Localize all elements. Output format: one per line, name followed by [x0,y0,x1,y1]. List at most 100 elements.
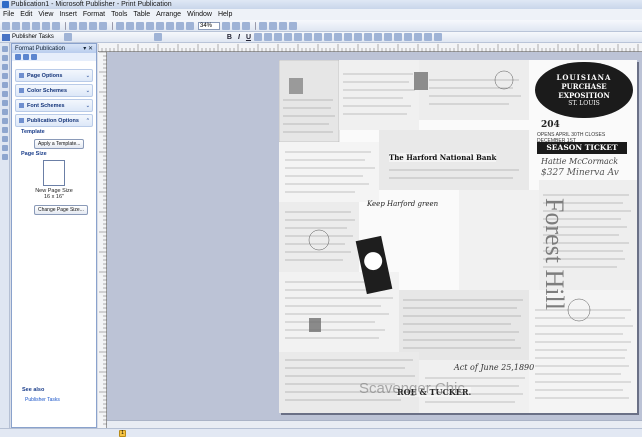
send-backward-icon[interactable] [146,21,154,30]
text-box-icon[interactable] [2,55,8,61]
font-color-icon[interactable] [384,33,392,41]
menu-edit[interactable]: Edit [20,11,32,18]
arrow-icon[interactable] [2,100,8,106]
align-center-icon[interactable] [264,33,272,41]
bullets-icon[interactable] [314,33,322,41]
copy-icon[interactable] [79,21,87,30]
save-icon[interactable] [22,21,30,30]
spelling-icon[interactable] [52,21,60,30]
section-color-schemes[interactable]: Color Schemes ⌄ [15,84,93,97]
print-preview-icon[interactable] [42,21,50,30]
increase-indent-icon[interactable] [334,33,342,41]
page-size-thumbnail[interactable] [43,160,65,186]
menu-help[interactable]: Help [218,11,232,18]
paste-icon[interactable] [89,21,97,30]
section-font-schemes[interactable]: Font Schemes ⌄ [15,99,93,112]
line-style-icon[interactable] [394,33,402,41]
underline-button[interactable]: U [246,34,251,41]
format-painter-icon[interactable] [99,21,107,30]
font-schemes-icon [19,103,24,108]
expo-line-4: ST. LOUIS [568,100,600,107]
menu-window[interactable]: Window [187,11,212,18]
section-publication-options[interactable]: Publication Options ⌃ [15,114,93,127]
bring-forward-icon[interactable] [136,21,144,30]
forward-icon[interactable] [23,54,29,60]
new-icon[interactable] [2,21,10,30]
numbering-icon[interactable] [304,33,312,41]
styles-icon[interactable] [63,33,72,41]
home-icon[interactable] [31,54,37,60]
section-label: Page Options [27,72,63,79]
menu-table[interactable]: Table [133,11,150,18]
align-left-icon[interactable] [254,33,262,41]
bank-title: The Harford National Bank [389,153,497,162]
line-color-icon[interactable] [374,33,382,41]
section-label: Publication Options [27,117,79,124]
increase-font-icon[interactable] [354,33,362,41]
3d-style-icon[interactable] [434,33,442,41]
fill-color-icon[interactable] [364,33,372,41]
grid-icon[interactable] [269,21,277,30]
print-icon[interactable] [32,21,40,30]
arrow-style-icon[interactable] [414,33,422,41]
menu-insert[interactable]: Insert [59,11,77,18]
section-page-options[interactable]: Page Options ⌄ [15,69,93,82]
rectangle-icon[interactable] [2,118,8,124]
select-icon[interactable] [2,46,8,52]
apply-template-button[interactable]: Apply a Template... [34,139,85,149]
publisher-window: Publication1 - Microsoft Publisher - Pri… [0,0,642,437]
horizontal-scrollbar[interactable] [107,420,642,428]
zoom-select[interactable]: 34% [198,21,220,30]
picture-frame-icon[interactable] [2,82,8,88]
autoshapes-icon[interactable] [2,127,8,133]
redo-icon[interactable] [126,21,134,30]
publication-page[interactable]: LOUISIANA PURCHASE EXPOSITION ST. LOUIS … [279,60,637,413]
insert-table-icon[interactable] [2,64,8,70]
italic-button[interactable]: I [238,34,240,41]
dash-style-icon[interactable] [404,33,412,41]
line-spacing-icon[interactable] [294,33,302,41]
decrease-font-icon[interactable] [344,33,352,41]
align-right-icon[interactable] [274,33,282,41]
help-icon[interactable] [242,21,250,30]
forest-hill-title[interactable]: Forest Hill [540,164,569,344]
undo-icon[interactable] [116,21,124,30]
show-paragraph-icon[interactable] [186,21,194,30]
page-size-label: Page Size [21,151,47,157]
oval-icon[interactable] [2,109,8,115]
zoom-out-icon[interactable] [222,21,230,30]
decrease-indent-icon[interactable] [324,33,332,41]
guides-icon[interactable] [289,21,297,30]
justify-icon[interactable] [284,33,292,41]
zoom-in-icon[interactable] [232,21,240,30]
cut-icon[interactable] [69,21,77,30]
menu-file[interactable]: File [3,11,14,18]
menu-tools[interactable]: Tools [111,11,127,18]
open-icon[interactable] [12,21,20,30]
shadow-style-icon[interactable] [424,33,432,41]
table-icon[interactable] [176,21,184,30]
hot-spot-icon[interactable] [2,136,8,142]
close-icon[interactable]: ▾ ✕ [83,45,93,52]
page-navigator-button[interactable]: 1 [119,430,126,437]
back-icon[interactable] [15,54,21,60]
change-page-size-button[interactable]: Change Page Size... [34,205,88,215]
vertical-ruler[interactable] [98,51,107,428]
wordart-icon[interactable] [2,73,8,79]
bold-button[interactable]: B [227,34,232,41]
layout-icon[interactable] [259,21,267,30]
publisher-tasks-button[interactable]: Publisher Tasks [2,33,54,41]
font-name-icon[interactable] [153,33,162,41]
expo-line-2: PURCHASE [561,82,607,91]
columns-icon[interactable] [166,21,174,30]
menu-view[interactable]: View [38,11,53,18]
menu-arrange[interactable]: Arrange [156,11,181,18]
publisher-tasks-link[interactable]: Publisher Tasks [25,397,60,403]
boundaries-icon[interactable] [279,21,287,30]
design-gallery-icon[interactable] [2,154,8,160]
insert-hyperlink-icon[interactable] [156,21,164,30]
horizontal-ruler[interactable] [97,43,642,52]
menu-format[interactable]: Format [83,11,105,18]
line-icon[interactable] [2,91,8,97]
form-control-icon[interactable] [2,145,8,151]
